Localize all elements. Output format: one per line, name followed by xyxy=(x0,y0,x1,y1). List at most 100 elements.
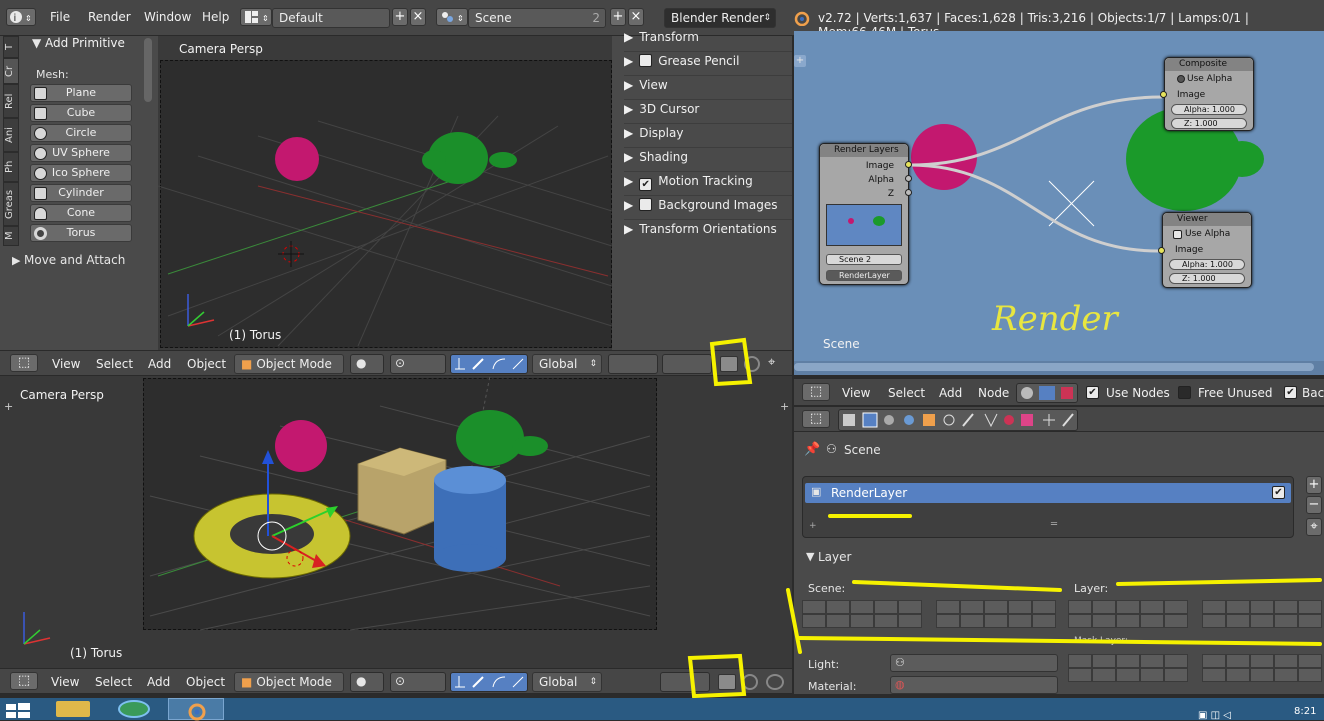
mask-layer-grid-2[interactable] xyxy=(1202,654,1322,682)
panel-3d-cursor[interactable]: ▶ 3D Cursor xyxy=(624,102,792,124)
scene-datablock[interactable]: Scene 2 xyxy=(826,254,902,265)
backdrop-checkbox[interactable]: ✔ xyxy=(1284,386,1297,399)
panel-transform[interactable]: ▶ Transform xyxy=(624,30,792,52)
delete-screen-button[interactable]: × xyxy=(410,8,426,26)
pivot-select[interactable]: ⊙ xyxy=(390,672,446,692)
menu-node[interactable]: Node xyxy=(978,386,1009,400)
menu-add[interactable]: Add xyxy=(148,357,171,371)
panel-view[interactable]: ▶ View xyxy=(624,78,792,100)
screen-layout-selector[interactable]: ⇕ xyxy=(240,8,272,26)
socket-image-in[interactable] xyxy=(1158,247,1165,254)
lock-camera-button[interactable] xyxy=(718,674,736,690)
mode-select[interactable]: ■ Object Mode xyxy=(234,354,344,374)
blender-taskbar-button[interactable] xyxy=(168,698,224,721)
browser-icon[interactable] xyxy=(118,700,150,718)
tab-animation[interactable]: Ani xyxy=(3,118,19,152)
menu-view[interactable]: View xyxy=(52,357,80,371)
orientation-select[interactable]: Global ⇕ xyxy=(532,672,602,692)
tab-tools[interactable]: T xyxy=(3,36,19,58)
viewport-bottom[interactable]: Camera Persp + + (1) Torus xyxy=(0,376,792,668)
manipulator-group[interactable] xyxy=(450,672,528,692)
add-screen-button[interactable]: + xyxy=(392,8,408,26)
list-resize-handle[interactable]: ═ xyxy=(1051,519,1057,530)
layers-grid-2[interactable] xyxy=(662,354,712,374)
add-primitive-header[interactable]: Add Primitive xyxy=(45,36,125,50)
mode-select[interactable]: ■ Object Mode xyxy=(234,672,344,692)
socket-z-out[interactable] xyxy=(905,189,912,196)
editor-type-info-button[interactable]: i ⇕ xyxy=(6,8,36,26)
pin-icon[interactable]: 📌 xyxy=(804,442,820,457)
panel-grease-pencil[interactable]: ▶ Grease Pencil xyxy=(624,54,792,76)
snap-icon[interactable]: ⌖ xyxy=(768,355,775,370)
tab-grease-pencil[interactable]: Greas xyxy=(3,182,19,226)
file-explorer-icon[interactable] xyxy=(56,701,90,717)
layers-grid[interactable] xyxy=(660,672,710,692)
collapse-arrow-icon[interactable]: ▼ xyxy=(32,36,41,50)
menu-window[interactable]: Window xyxy=(144,10,191,24)
menu-add[interactable]: Add xyxy=(147,675,170,689)
socket-image-out[interactable] xyxy=(905,161,912,168)
node-header[interactable]: Viewer xyxy=(1163,213,1251,226)
alpha-field[interactable]: Alpha: 1.000 xyxy=(1171,104,1247,115)
z-field[interactable]: Z: 1.000 xyxy=(1169,273,1245,284)
node-header[interactable]: Composite xyxy=(1165,58,1253,71)
screen-layout-field[interactable]: Default xyxy=(272,8,390,28)
menu-render[interactable]: Render xyxy=(88,10,131,24)
grease-pencil-checkbox[interactable] xyxy=(639,54,653,67)
add-render-layer-button[interactable]: + xyxy=(1306,476,1322,494)
node-composite[interactable]: Composite Use Alpha Image Alpha: 1.000 Z… xyxy=(1164,57,1254,131)
menu-object[interactable]: Object xyxy=(186,675,225,689)
editor-type-node-button[interactable]: ⬚ xyxy=(802,383,830,401)
panel-display[interactable]: ▶ Display xyxy=(624,126,792,148)
light-override-field[interactable]: ⚇ xyxy=(890,654,1058,672)
tool-shelf-scrollbar[interactable] xyxy=(144,38,152,102)
viewport-shading-select[interactable]: ● xyxy=(350,672,384,692)
windows-start-icon[interactable] xyxy=(4,702,32,718)
render-layer-enabled-checkbox[interactable]: ✔ xyxy=(1272,486,1285,499)
node-editor[interactable]: + Render Layers Image Alpha Z Scene 2 Re… xyxy=(794,31,1324,375)
node-render-layers[interactable]: Render Layers Image Alpha Z Scene 2 Rend… xyxy=(819,143,909,285)
expand-arrow-icon[interactable]: ▶ xyxy=(12,254,20,267)
editor-type-properties-button[interactable]: ⬚ xyxy=(802,410,830,428)
viewport-top[interactable]: Camera Persp (1) Torus xyxy=(158,36,612,350)
panel-transform-orientations[interactable]: ▶ Transform Orientations xyxy=(624,222,792,244)
render-layer-list[interactable]: ▣ RenderLayer ✔ + ═ xyxy=(802,476,1294,538)
layers-grid-1[interactable] xyxy=(608,354,658,374)
node-viewer[interactable]: Viewer ✔ Use Alpha Image Alpha: 1.000 Z:… xyxy=(1162,212,1252,288)
editor-type-3d-button[interactable]: ⬚ xyxy=(10,672,38,690)
layer-grid-1[interactable] xyxy=(1068,600,1188,628)
tab-misc[interactable]: M xyxy=(3,226,19,246)
use-nodes-checkbox[interactable]: ✔ xyxy=(1086,386,1099,399)
panel-background-images[interactable]: ▶ Background Images xyxy=(624,198,792,220)
lock-camera-button[interactable] xyxy=(720,356,738,372)
socket-alpha-out[interactable] xyxy=(905,175,912,182)
material-override-field[interactable]: ◍ xyxy=(890,676,1058,694)
move-attach-header[interactable]: Move and Attach xyxy=(24,253,125,267)
pivot-select[interactable]: ⊙ xyxy=(390,354,446,374)
editor-type-3d-button[interactable]: ⬚ xyxy=(10,354,38,372)
properties-context-tabs[interactable] xyxy=(838,409,1078,431)
viewport-shading-select[interactable]: ● xyxy=(350,354,384,374)
manipulator-group[interactable] xyxy=(450,354,528,374)
scene-layer-grid-1[interactable] xyxy=(802,600,922,628)
list-expand-icon[interactable]: + xyxy=(809,521,817,531)
menu-view[interactable]: View xyxy=(842,386,870,400)
system-tray-icons[interactable]: ▣ ◫ ◁ xyxy=(1198,710,1231,721)
mask-layer-grid-1[interactable] xyxy=(1068,654,1188,682)
menu-view[interactable]: View xyxy=(51,675,79,689)
menu-select[interactable]: Select xyxy=(95,675,132,689)
use-alpha-checkbox[interactable]: ✔ xyxy=(1173,230,1182,239)
layer-grid-2[interactable] xyxy=(1202,600,1322,628)
collapse-arrow-icon[interactable]: ▼ xyxy=(806,550,814,563)
remove-render-layer-button[interactable]: − xyxy=(1306,496,1322,514)
menu-object[interactable]: Object xyxy=(187,357,226,371)
use-alpha-checkbox[interactable] xyxy=(1177,75,1185,83)
scene-selector[interactable]: ⇕ xyxy=(436,8,468,26)
alpha-field[interactable]: Alpha: 1.000 xyxy=(1169,259,1245,270)
node-tree-type-group[interactable] xyxy=(1016,383,1078,403)
scene-name-field[interactable]: Scene 2 xyxy=(468,8,606,28)
menu-file[interactable]: File xyxy=(50,10,70,24)
menu-select[interactable]: Select xyxy=(96,357,133,371)
snap-button[interactable] xyxy=(766,674,784,690)
delete-scene-button[interactable]: × xyxy=(628,8,644,26)
